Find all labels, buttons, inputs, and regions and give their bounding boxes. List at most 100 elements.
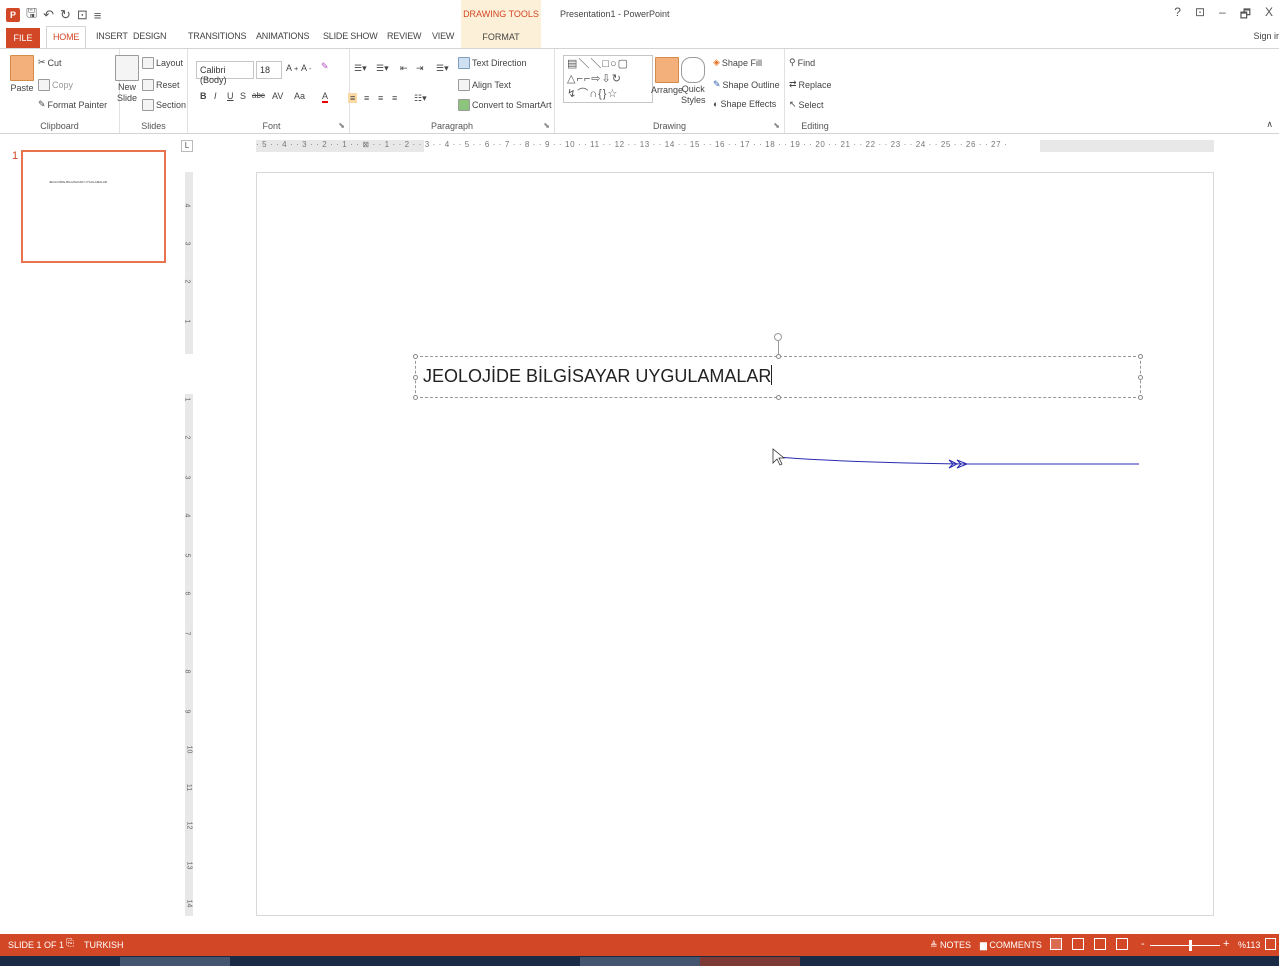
section-button[interactable]: Section (142, 99, 186, 111)
normal-view-icon[interactable] (1050, 938, 1062, 950)
slide-sorter-view-icon[interactable] (1072, 938, 1084, 950)
close-button[interactable]: X (1265, 5, 1273, 26)
decrease-indent-button[interactable]: ⇤ (400, 63, 408, 74)
italic-button[interactable]: I (214, 91, 217, 101)
comments-button[interactable]: ▆ COMMENTS (980, 940, 1042, 951)
change-case-button[interactable]: Aa (294, 91, 305, 101)
redo-icon[interactable]: ↻ (60, 7, 71, 23)
tab-transitions[interactable]: TRANSITIONS (188, 31, 247, 41)
font-dialog-launcher-icon[interactable]: ⬊ (338, 121, 345, 130)
taskbar-item[interactable] (580, 957, 700, 966)
fit-slide-icon[interactable] (1265, 938, 1276, 950)
font-size-combo[interactable]: 18 (256, 61, 282, 79)
align-text-button[interactable]: Align Text (458, 79, 511, 91)
format-painter-button[interactable]: ✎ Format Painter (38, 99, 107, 110)
tab-animations[interactable]: ANIMATIONS (256, 31, 310, 41)
notes-button[interactable]: ≜ NOTES (930, 940, 971, 951)
tab-insert[interactable]: INSERT (96, 31, 128, 41)
paragraph-dialog-launcher-icon[interactable]: ⬊ (543, 121, 550, 130)
zoom-out-button[interactable]: - (1141, 938, 1145, 950)
tab-view[interactable]: VIEW (432, 31, 454, 41)
cut-button[interactable]: ✂ Cut (38, 57, 62, 68)
shapes-gallery[interactable]: ▤＼＼□○▢ △⌐⌐⇨⇩↻ ↯⌒∩{}☆ (563, 55, 653, 103)
collapse-ribbon-icon[interactable]: ∧ (1266, 119, 1273, 130)
slide-show-view-icon[interactable] (1116, 938, 1128, 950)
tab-selector[interactable]: L (181, 140, 193, 152)
text-direction-button[interactable]: Text Direction (458, 57, 527, 69)
reset-button[interactable]: Reset (142, 79, 180, 91)
columns-button[interactable]: ☷▾ (414, 93, 427, 104)
new-slide-label-2: Slide (116, 93, 137, 103)
restore-button[interactable]: 🗗 (1240, 5, 1251, 26)
resize-handle[interactable] (1138, 354, 1143, 359)
rotation-handle[interactable] (774, 333, 782, 341)
shape-outline-button[interactable]: ✎ Shape Outline (713, 79, 780, 90)
strikethrough-button[interactable]: abc (252, 91, 265, 100)
convert-smartart-button[interactable]: Convert to SmartArt (458, 99, 552, 111)
reading-view-icon[interactable] (1094, 938, 1106, 950)
slide-title[interactable]: JEOLOJİDE BİLGİSAYAR UYGULAMALAR (423, 365, 773, 387)
zoom-level[interactable]: %113 (1238, 940, 1260, 950)
customize-qat-icon[interactable]: ≡ (94, 8, 102, 23)
resize-handle[interactable] (776, 395, 781, 400)
font-color-button[interactable]: A (322, 91, 329, 103)
shadow-button[interactable]: S (240, 91, 246, 101)
undo-icon[interactable]: ↶ (43, 7, 54, 23)
resize-handle[interactable] (413, 354, 418, 359)
increase-indent-button[interactable]: ⇥ (416, 63, 424, 74)
save-icon[interactable]: 🖫 (26, 4, 37, 26)
tab-format[interactable]: FORMAT (461, 26, 541, 48)
zoom-slider[interactable] (1150, 945, 1220, 946)
shrink-font-button[interactable]: A- (301, 63, 312, 73)
clear-formatting-icon[interactable]: ✎ (321, 61, 329, 72)
ribbon-display-options-button[interactable]: ⊡ (1195, 5, 1205, 26)
tab-design[interactable]: DESIGN (133, 31, 167, 41)
drawing-dialog-launcher-icon[interactable]: ⬊ (773, 121, 780, 130)
align-left-button[interactable]: ≡ (348, 93, 358, 103)
shape-fill-button[interactable]: ◈ Shape Fill (713, 57, 762, 68)
select-button[interactable]: ↖ Select (789, 99, 824, 110)
font-name-combo[interactable]: Calibri (Body) (196, 61, 254, 85)
quick-styles-button[interactable]: Quick Styles (681, 57, 706, 105)
new-slide-button[interactable]: New Slide (115, 55, 139, 103)
tab-slide-show[interactable]: SLIDE SHOW (323, 31, 378, 41)
sign-in-link[interactable]: Sign ir (1253, 31, 1279, 41)
resize-handle[interactable] (413, 375, 418, 380)
slide-thumbnail[interactable]: JEOLOJİDE BİLGİSAYAR UYGULAMALAR (21, 150, 166, 263)
tab-home[interactable]: HOME (46, 26, 87, 49)
grow-font-button[interactable]: A + (286, 63, 298, 73)
justify-button[interactable]: ≡ (392, 93, 397, 103)
resize-handle[interactable] (776, 354, 781, 359)
proofing-icon[interactable]: ⎘ (66, 938, 74, 949)
language-indicator[interactable]: TURKISH (84, 940, 124, 950)
shape-effects-button[interactable]: ◐ Shape Effects (713, 99, 776, 109)
bold-button[interactable]: B (200, 91, 207, 101)
help-button[interactable]: ? (1174, 5, 1181, 26)
arrange-button[interactable]: Arrange (651, 57, 683, 95)
paste-button[interactable]: Paste (10, 55, 34, 93)
powerpoint-logo-icon[interactable]: P (6, 8, 20, 22)
slide-canvas[interactable]: JEOLOJİDE BİLGİSAYAR UYGULAMALAR (256, 172, 1214, 916)
tab-file[interactable]: FILE (6, 28, 40, 48)
character-spacing-button[interactable]: AV (272, 91, 283, 101)
resize-handle[interactable] (1138, 375, 1143, 380)
taskbar-item[interactable] (120, 957, 230, 966)
copy-button[interactable]: Copy (38, 79, 73, 91)
taskbar-item[interactable] (700, 957, 800, 966)
align-right-button[interactable]: ≡ (378, 93, 383, 103)
tab-review[interactable]: REVIEW (387, 31, 422, 41)
find-button[interactable]: ⚲ Find (789, 57, 815, 68)
start-from-beginning-icon[interactable]: ⊡ (77, 7, 88, 23)
resize-handle[interactable] (413, 395, 418, 400)
line-spacing-button[interactable]: ☰▾ (436, 63, 449, 74)
minimize-button[interactable]: – (1219, 5, 1226, 26)
underline-button[interactable]: U (227, 91, 234, 101)
zoom-in-button[interactable]: + (1223, 938, 1229, 950)
bullets-button[interactable]: ☰▾ (354, 63, 367, 74)
numbering-button[interactable]: ☰▾ (376, 63, 389, 74)
resize-handle[interactable] (1138, 395, 1143, 400)
replace-button[interactable]: ⇄ Replace (789, 79, 832, 90)
align-center-button[interactable]: ≡ (364, 93, 369, 103)
layout-button[interactable]: Layout (142, 57, 183, 69)
zoom-slider-thumb[interactable] (1189, 940, 1192, 951)
